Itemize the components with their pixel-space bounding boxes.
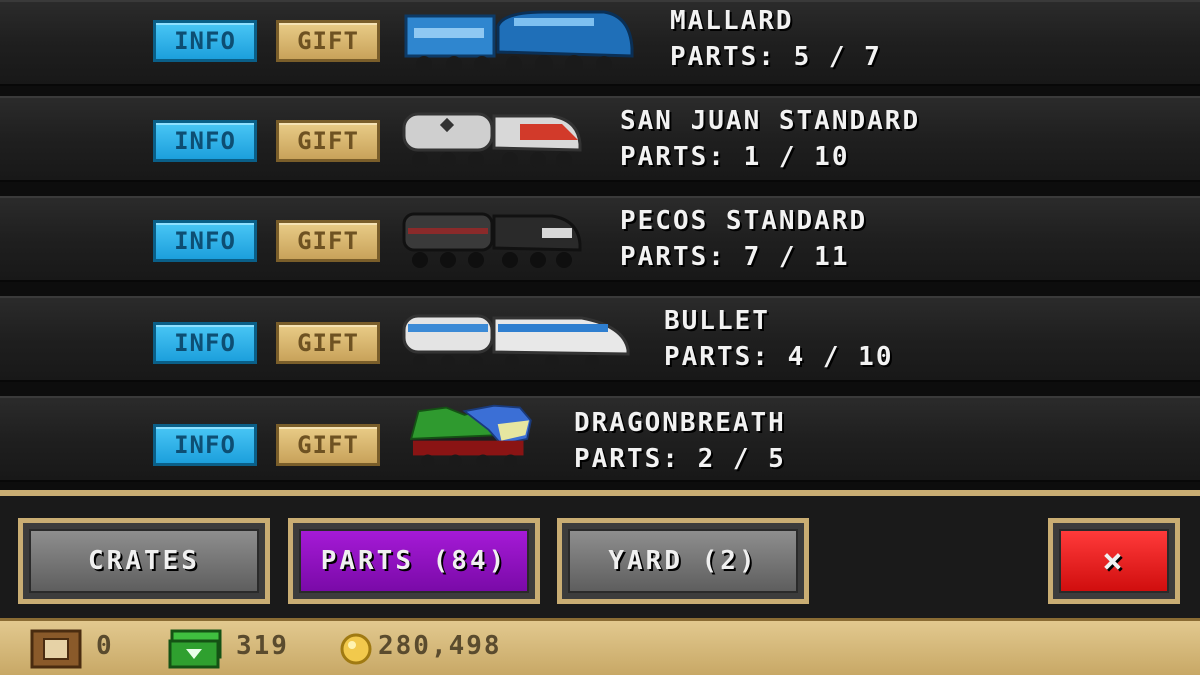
bottom-tab-bar: CRATES PARTS (84) YARD (2) ×: [0, 490, 1200, 618]
info-button[interactable]: INFO: [153, 424, 257, 466]
list-item: INFO GIFT SAN JUAN STANDARD PARTS: 1 / 1…: [0, 96, 1200, 182]
train-image: [409, 404, 532, 468]
gift-button[interactable]: GIFT: [276, 424, 380, 466]
list-item: INFO GIFT PECOS STANDARD PARTS: 7 / 11: [0, 196, 1200, 282]
train-name: BULLET: [664, 306, 770, 336]
train-name: MALLARD: [670, 6, 794, 36]
gift-button[interactable]: GIFT: [276, 220, 380, 262]
coin-icon: [340, 633, 372, 665]
train-image: [402, 112, 582, 168]
list-item: INFO GIFT BULLET PARTS: 4 / 10: [0, 296, 1200, 382]
list-item: INFO GIFT MALLARD PARTS: 5 / 7: [0, 0, 1200, 86]
train-parts-count: PARTS: 7 / 11: [620, 242, 850, 272]
train-name: PECOS STANDARD: [620, 206, 868, 236]
train-parts-count: PARTS: 2 / 5: [574, 444, 786, 474]
gift-button[interactable]: GIFT: [276, 120, 380, 162]
tab-yard[interactable]: YARD (2): [557, 518, 809, 604]
train-image: [402, 212, 582, 268]
list-item: INFO GIFT DRAGONBREATH PARTS: 2 / 5: [0, 396, 1200, 482]
train-parts-count: PARTS: 4 / 10: [664, 342, 894, 372]
crates-count: 0: [96, 631, 114, 661]
train-parts-count: PARTS: 1 / 10: [620, 142, 850, 172]
train-name: SAN JUAN STANDARD: [620, 106, 921, 136]
tab-parts-label: PARTS (84): [320, 546, 508, 576]
info-button[interactable]: INFO: [153, 20, 257, 62]
close-button[interactable]: ×: [1048, 518, 1180, 604]
close-icon: ×: [1102, 541, 1126, 581]
tab-parts[interactable]: PARTS (84): [288, 518, 540, 604]
cash-icon: [168, 629, 222, 669]
info-button[interactable]: INFO: [153, 120, 257, 162]
tab-yard-label: YARD (2): [608, 546, 758, 576]
info-button[interactable]: INFO: [153, 220, 257, 262]
train-parts-list: INFO GIFT MALLARD PARTS: 5 / 7 INFO GIFT…: [0, 0, 1200, 490]
gift-button[interactable]: GIFT: [276, 20, 380, 62]
info-button[interactable]: INFO: [153, 322, 257, 364]
tab-crates[interactable]: CRATES: [18, 518, 270, 604]
cash-amount: 319: [236, 631, 289, 661]
coins-amount: 280,498: [378, 631, 502, 661]
train-name: DRAGONBREATH: [574, 408, 786, 438]
status-bar: 0 319 280,498: [0, 618, 1200, 675]
train-parts-count: PARTS: 5 / 7: [670, 42, 882, 72]
tab-crates-label: CRATES: [88, 546, 200, 576]
train-image: [402, 314, 630, 369]
crate-icon: [30, 629, 82, 669]
train-image: [404, 10, 634, 73]
gift-button[interactable]: GIFT: [276, 322, 380, 364]
